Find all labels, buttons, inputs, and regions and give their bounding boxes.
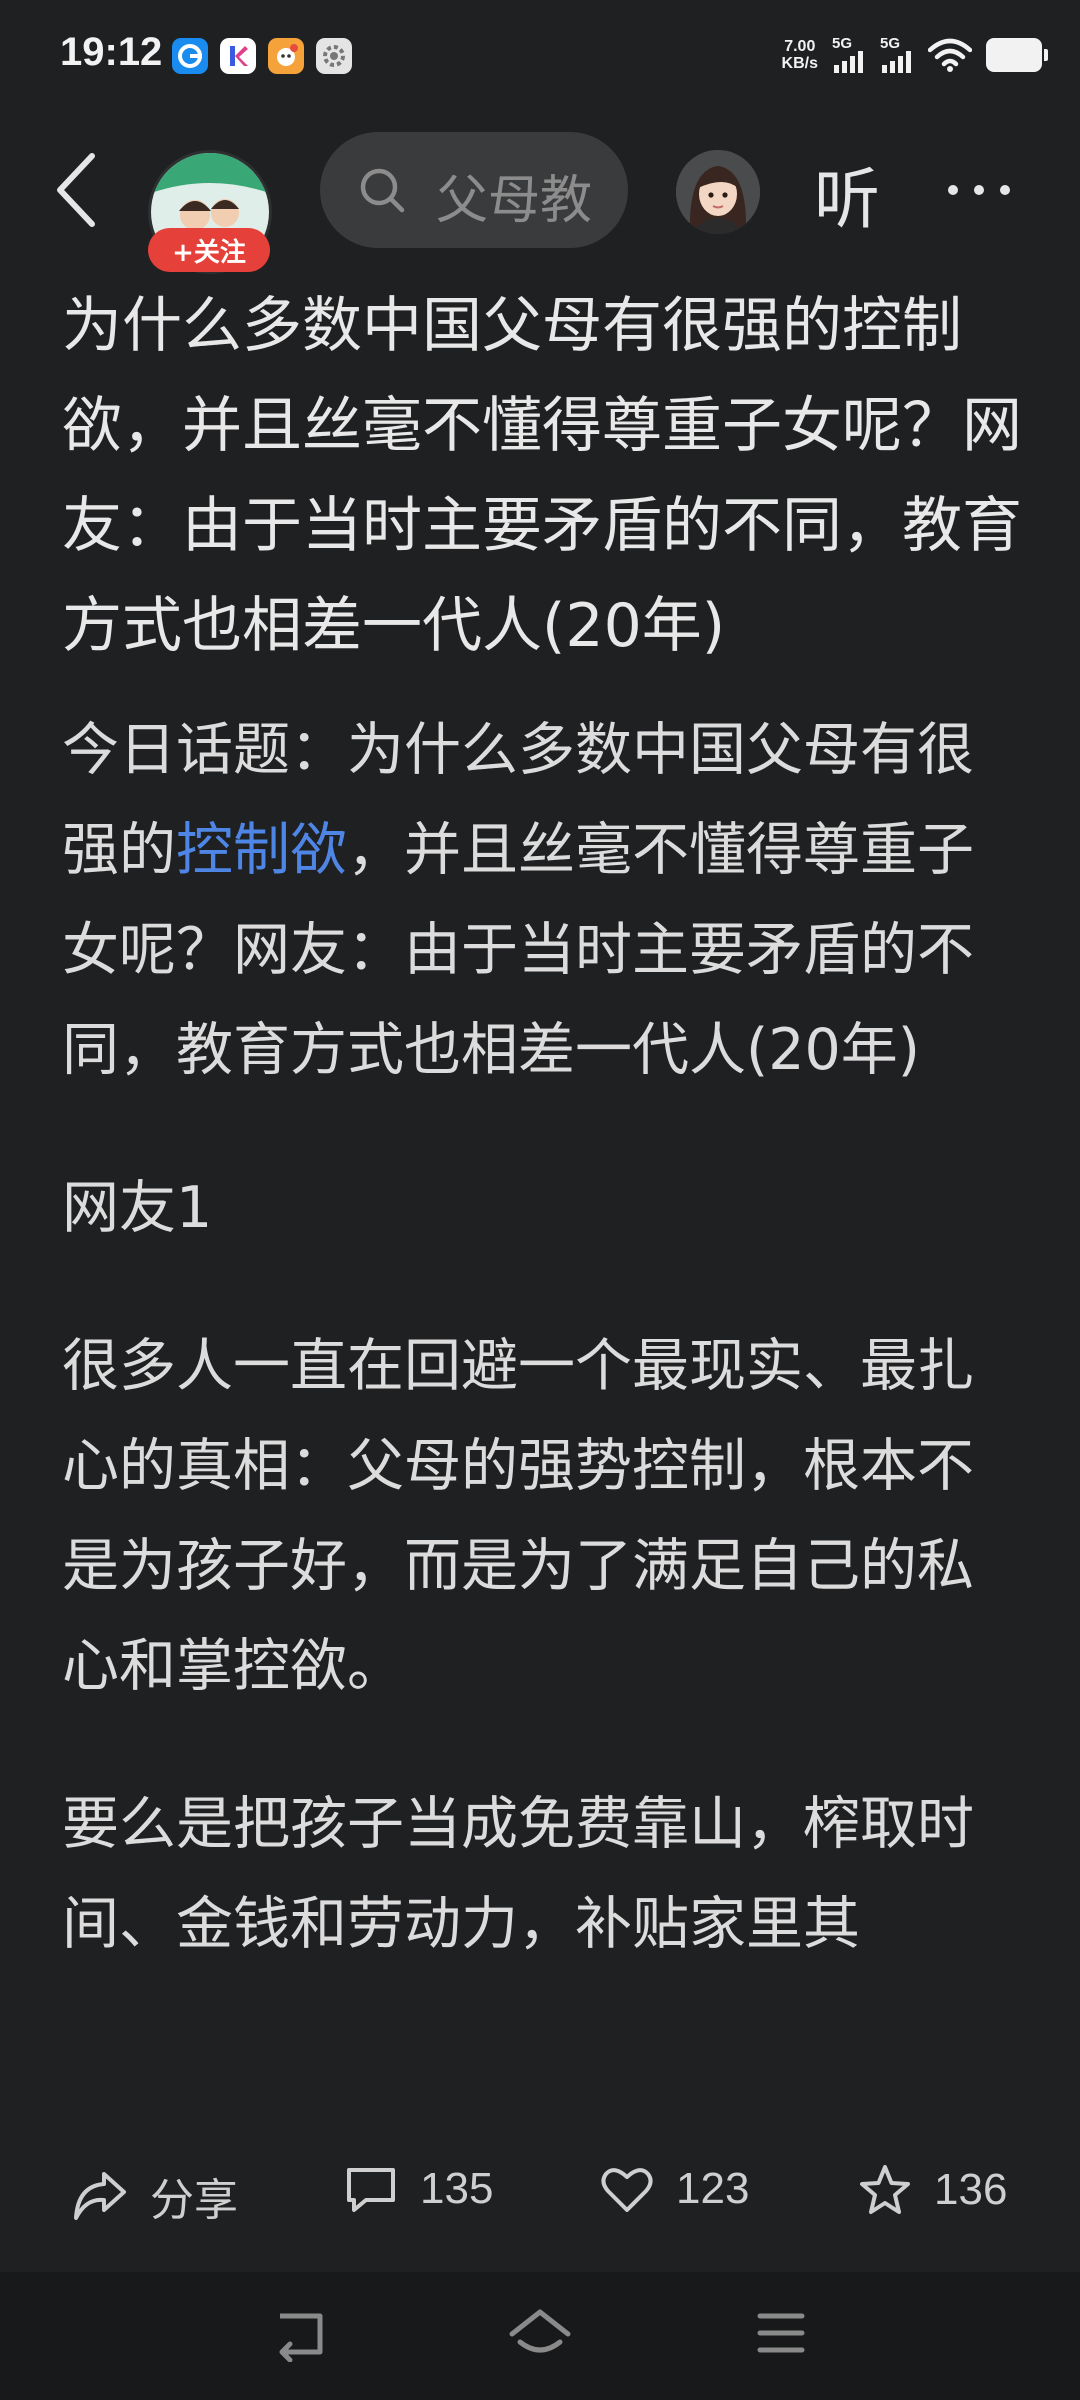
dot <box>948 185 958 195</box>
dot <box>1000 185 1010 195</box>
status-time: 19:12 <box>60 30 163 74</box>
favorite-count: 136 <box>934 2165 1008 2214</box>
article-title: 为什么多数中国父母有很强的控制欲，并且丝毫不懂得尊重子女呢？网友：由于当时主要矛… <box>62 291 1022 661</box>
browser-icon <box>172 38 208 74</box>
menu-icon <box>757 2313 805 2353</box>
signal-2: 5G <box>880 36 914 73</box>
home-icon <box>509 2309 571 2353</box>
system-back-button[interactable] <box>270 2308 330 2366</box>
section-heading: 网友1 <box>62 1175 213 1241</box>
favorite-button[interactable]: 136 <box>858 2164 1007 2216</box>
back-button[interactable] <box>46 150 106 230</box>
settings-app-icon <box>316 38 352 74</box>
chevron-left-icon <box>57 153 95 227</box>
article-paragraph: 要么是把孩子当成免费靠山，榨取时间、金钱和劳动力，补贴家里其 <box>62 1791 974 1957</box>
share-icon <box>74 2172 126 2220</box>
cartoon-app-icon <box>268 38 304 74</box>
listen-button[interactable]: 听 <box>814 146 880 242</box>
signal-1-label: 5G <box>832 35 853 52</box>
search-placeholder: 父母教 <box>436 171 593 231</box>
user-avatar-image <box>676 150 760 234</box>
topic-link[interactable]: 控制欲 <box>176 817 347 883</box>
signal-bars-icon <box>834 51 863 73</box>
back-arrow-icon <box>279 2313 323 2363</box>
signal-1: 5G <box>832 36 866 73</box>
heart-icon <box>601 2168 653 2212</box>
status-bar: 19:12 7.00 KB/s 5G 5G <box>0 0 1080 112</box>
system-menu-button[interactable] <box>756 2308 806 2362</box>
dot <box>974 185 984 195</box>
article-body: 为什么多数中国父母有很强的控制欲，并且丝毫不懂得尊重子女呢？网友：由于当时主要矛… <box>62 276 1022 1974</box>
system-home-button[interactable] <box>508 2308 572 2366</box>
network-speed-unit: KB/s <box>781 54 818 72</box>
article-paragraph: 很多人一直在回避一个最现实、最扎心的真相：父母的强势控制，根本不是为孩子好，而是… <box>62 1333 974 1699</box>
system-navigation-bar <box>0 2272 1080 2400</box>
more-options-icon[interactable] <box>948 160 1010 220</box>
user-avatar[interactable] <box>676 150 760 234</box>
bottom-action-bar: 分享 135 123 136 <box>0 2140 1080 2250</box>
channel-avatar-group[interactable]: +关注 <box>148 150 272 274</box>
comment-icon <box>347 2168 395 2212</box>
wifi-icon <box>928 38 972 72</box>
share-button[interactable]: 分享 <box>72 2164 238 2228</box>
status-indicators: 7.00 KB/s 5G 5G <box>782 36 1048 73</box>
top-nav-bar: +关注 父母教 听 <box>0 124 1080 274</box>
comment-button[interactable]: 135 <box>344 2164 493 2214</box>
network-speed: 7.00 KB/s <box>782 38 818 72</box>
like-button[interactable]: 123 <box>600 2164 749 2214</box>
search-icon <box>360 168 405 213</box>
signal-2-label: 5G <box>880 35 901 52</box>
notification-app-icons <box>172 38 352 74</box>
screen: 19:12 7.00 KB/s 5G 5G +关注 父母教 听 为什么多数中国父… <box>0 0 1080 2400</box>
follow-button[interactable]: +关注 <box>148 228 270 272</box>
comment-count: 135 <box>420 2164 494 2213</box>
network-speed-value: 7.00 <box>784 37 816 55</box>
star-icon <box>860 2165 910 2214</box>
signal-bars-icon <box>882 51 911 73</box>
like-count: 123 <box>676 2164 750 2213</box>
share-label: 分享 <box>150 2176 238 2225</box>
article-intro: 今日话题：为什么多数中国父母有很强的控制欲，并且丝毫不懂得尊重子女呢？网友：由于… <box>62 700 1022 1100</box>
app-k-icon <box>220 38 256 74</box>
battery-icon <box>986 37 1048 72</box>
search-input[interactable]: 父母教 <box>320 132 628 248</box>
